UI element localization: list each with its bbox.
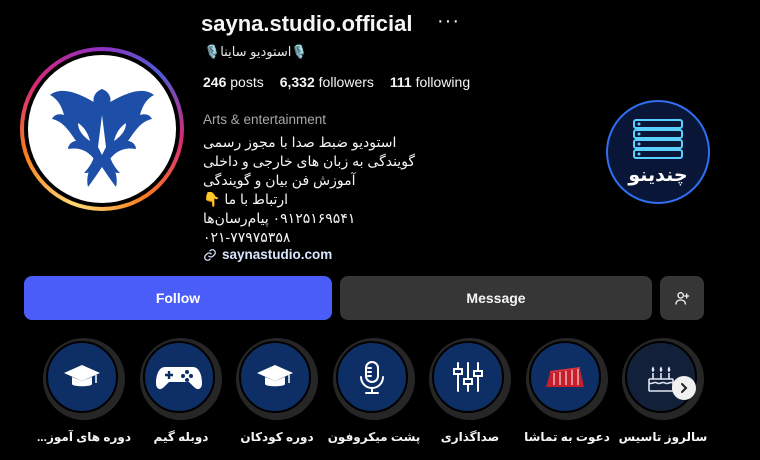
link-icon — [204, 248, 216, 261]
highlight-label: دوره های آموز... — [36, 430, 132, 444]
highlight-label: دوره کودکان — [240, 430, 314, 444]
bio-line: ۰۲۱-۷۷۹۷۵۳۵۸ — [203, 229, 291, 245]
message-button[interactable]: Message — [340, 276, 652, 320]
followers-stat[interactable]: 6,332 followers — [280, 74, 374, 90]
highlight-item[interactable]: پشت میکروفون — [328, 336, 420, 446]
bio-line: ارتباط با ما 👇 — [203, 191, 289, 207]
bio-line: آموزش فن بیان و گویندگی — [203, 172, 356, 188]
posts-count: 246 — [203, 74, 227, 90]
bio-line: استودیو ضبط صدا با مجوز رسمی — [203, 134, 397, 150]
featured-logo-badge[interactable]: چندینو — [606, 100, 710, 204]
badge-logo-text: چندینو — [627, 164, 687, 186]
following-count: 111 — [389, 74, 412, 90]
gamepad-icon — [156, 367, 202, 390]
profile-username: sayna.studio.official — [201, 11, 413, 36]
stage-icon — [546, 367, 584, 387]
followers-count: 6,332 — [279, 74, 315, 90]
highlight-label: دعوت به تماشا — [524, 430, 610, 444]
highlight-item[interactable]: دوره کودکان — [234, 336, 320, 446]
following-stat[interactable]: 111 following — [390, 74, 470, 90]
following-label: following — [415, 74, 471, 90]
profile-full-name: 🎙️استودیو ساینا🎙️ — [204, 44, 308, 59]
graduation-cap-icon — [257, 365, 293, 387]
phoenix-logo-icon — [50, 89, 154, 187]
highlight-label: سالروز تاسیس — [618, 430, 708, 444]
highlight-label: پشت میکروفون — [327, 430, 421, 444]
add-user-icon — [675, 292, 690, 305]
bio-line: ۰۹۱۲۵۱۶۹۵۴۱ پیام‌رسان‌ها — [203, 210, 356, 226]
highlight-item[interactable]: صداگذاری — [427, 336, 513, 446]
posts-stat[interactable]: 246 posts — [203, 74, 264, 90]
chandino-logo-icon: چندینو — [627, 119, 688, 186]
highlight-item[interactable]: دعوت به تماشا — [524, 336, 610, 446]
suggest-accounts-button[interactable] — [660, 276, 704, 320]
chevron-right-icon — [681, 383, 688, 393]
mixer-sliders-icon — [453, 362, 483, 392]
profile-website-link[interactable]: saynastudio.com — [203, 247, 332, 262]
highlight-item[interactable]: دوره های آموز... — [37, 336, 131, 446]
highlights-next-button[interactable] — [672, 376, 696, 400]
highlight-label: صداگذاری — [440, 430, 500, 444]
follow-button[interactable]: Follow — [24, 276, 332, 320]
highlight-label: دوبله گیم — [153, 430, 209, 444]
profile-category: Arts & entertainment — [203, 112, 327, 127]
bio-line: گویندگی به زبان های خارجی و داخلی — [203, 153, 416, 169]
profile-bio: استودیو ضبط صدا با مجوز رسمی گویندگی به … — [203, 133, 415, 247]
more-options-icon[interactable]: ··· — [437, 10, 460, 33]
microphone-icon — [360, 361, 384, 394]
highlight-item[interactable]: دوبله گیم — [138, 336, 224, 446]
website-link-text: saynastudio.com — [222, 247, 333, 262]
followers-label: followers — [318, 74, 374, 90]
graduation-cap-icon — [64, 365, 100, 387]
posts-label: posts — [230, 74, 264, 90]
profile-avatar[interactable] — [20, 47, 184, 211]
profile-stats: 246 posts 6,332 followers 111 following — [203, 74, 470, 90]
